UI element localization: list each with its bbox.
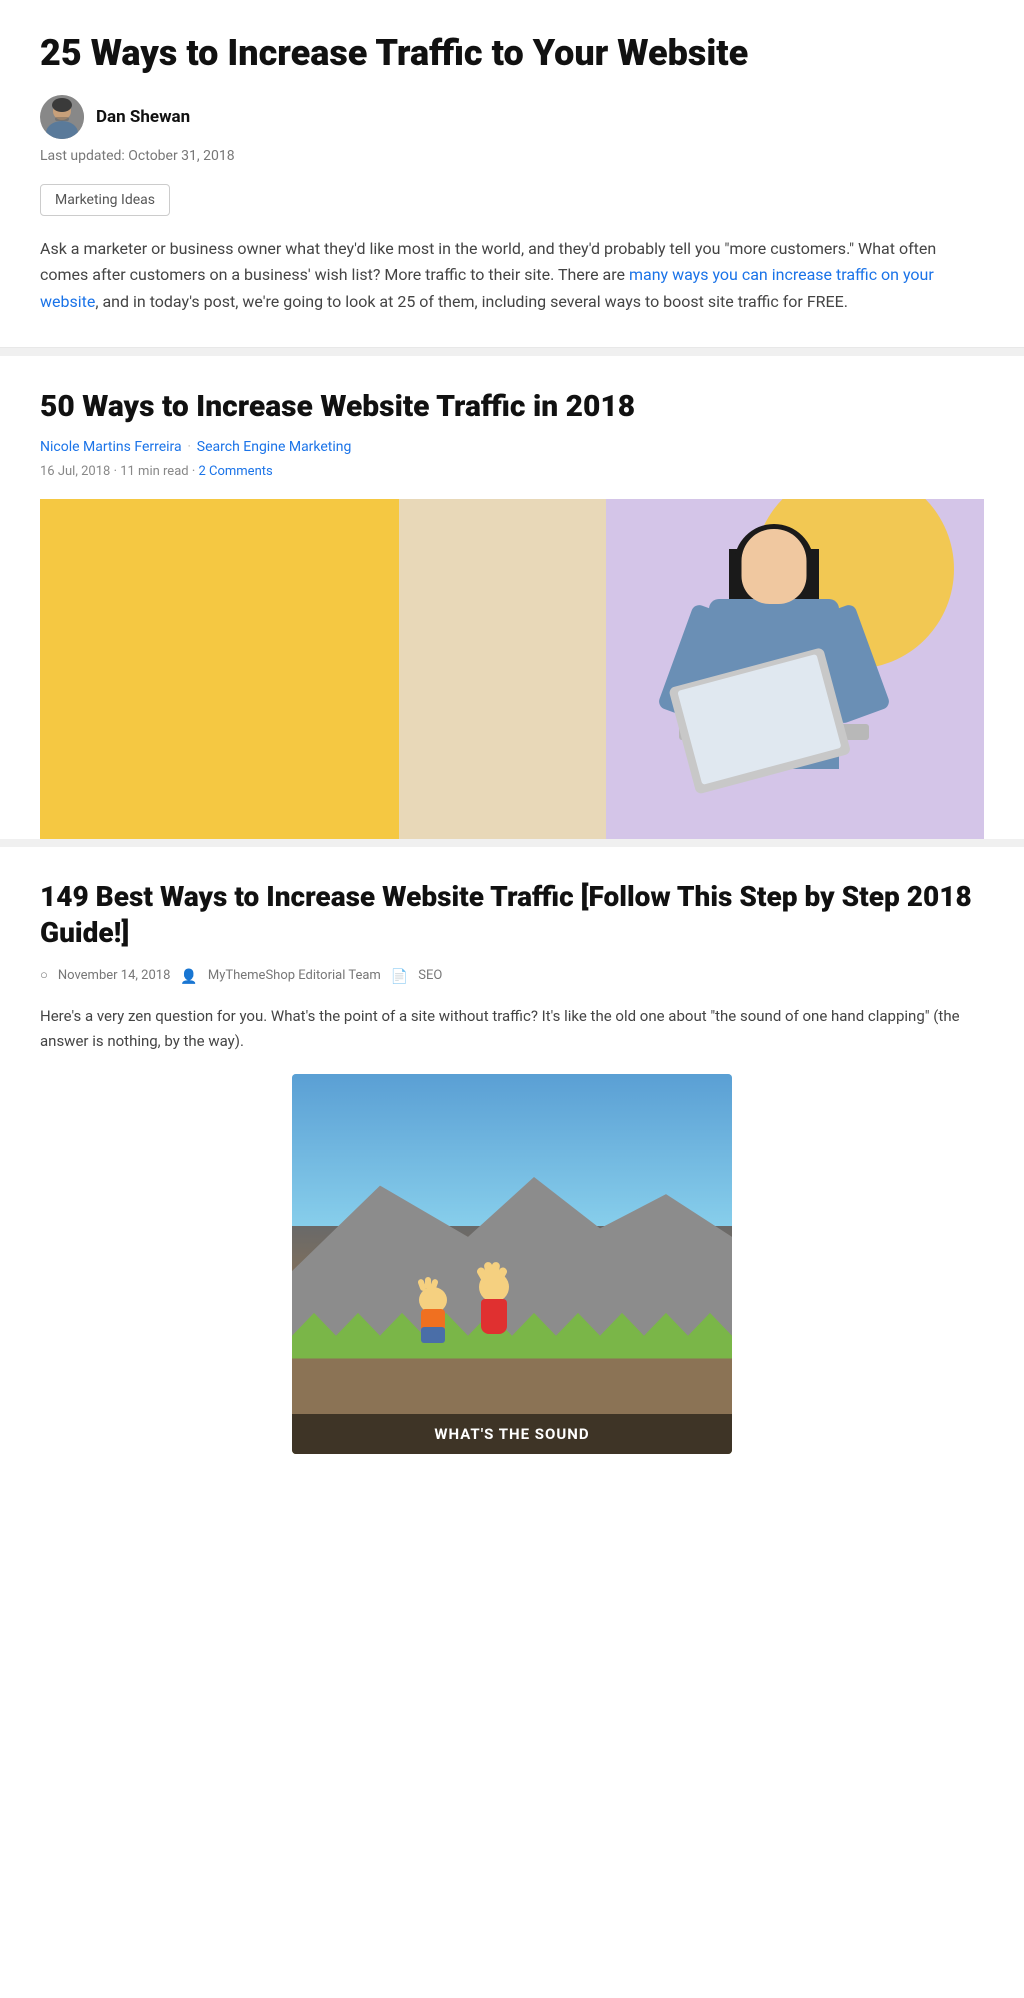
article-2: 50 Ways to Increase Website Traffic in 2… — [0, 356, 1024, 839]
article-2-meta-2: 16 Jul, 2018 · 11 min read · 2 Comments — [40, 462, 984, 483]
article-separator-2 — [0, 839, 1024, 847]
article-3-meta: ○ November 14, 2018 👤 MyThemeShop Editor… — [40, 966, 984, 988]
article-excerpt: Ask a marketer or business owner what th… — [40, 236, 984, 315]
article-3: 149 Best Ways to Increase Website Traffi… — [0, 847, 1024, 1454]
article-2-comments-link[interactable]: 2 Comments — [198, 464, 272, 479]
article-2-title: 50 Ways to Increase Website Traffic in 2… — [40, 388, 984, 426]
article-2-meta: Nicole Martins Ferreira · Search Engine … — [40, 436, 984, 458]
last-updated: Last updated: October 31, 2018 — [40, 145, 984, 167]
article-1-title: 25 Ways to Increase Traffic to Your Webs… — [40, 32, 984, 75]
article-2-category-link[interactable]: Search Engine Marketing — [197, 436, 352, 458]
author-row: Dan Shewan — [40, 95, 984, 139]
article-1: 25 Ways to Increase Traffic to Your Webs… — [0, 0, 1024, 348]
avatar — [40, 95, 84, 139]
article-3-image: WHAT'S THE SOUND — [292, 1074, 732, 1454]
author-icon: 👤 — [180, 966, 197, 988]
article-separator-1 — [0, 348, 1024, 356]
category-icon: 📄 — [391, 966, 408, 988]
tag-badge[interactable]: Marketing Ideas — [40, 184, 170, 216]
article-2-author-link[interactable]: Nicole Martins Ferreira — [40, 436, 182, 458]
meta-separator: · — [188, 437, 191, 456]
article-3-image-wrapper: WHAT'S THE SOUND — [40, 1074, 984, 1454]
article-3-excerpt: Here's a very zen question for you. What… — [40, 1004, 984, 1054]
author-name: Dan Shewan — [96, 104, 190, 131]
article-2-image — [40, 499, 984, 839]
clock-icon: ○ — [40, 966, 48, 987]
image-caption: WHAT'S THE SOUND — [292, 1414, 732, 1454]
article-3-title: 149 Best Ways to Increase Website Traffi… — [40, 879, 984, 952]
